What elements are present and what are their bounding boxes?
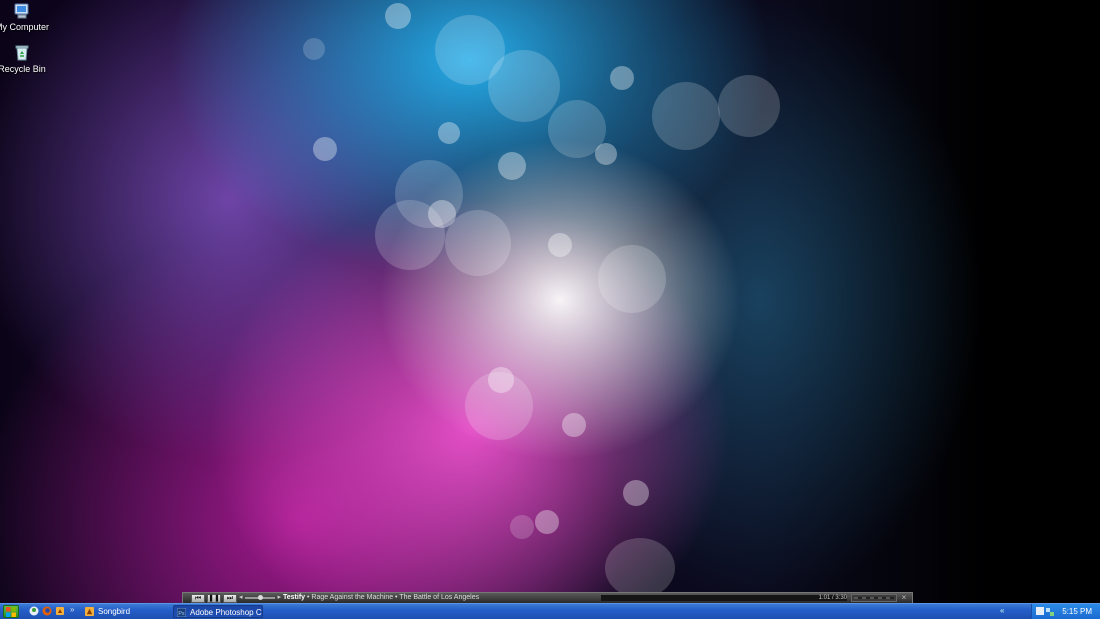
now-playing-text: Testify • Rage Against the Machine • The… <box>283 593 601 603</box>
songbird-icon <box>85 607 94 616</box>
desktop-wallpaper: My Computer Recycle Bin <box>0 0 1100 603</box>
quick-launch-more-button[interactable]: » <box>70 605 74 614</box>
track-title: Testify <box>283 594 306 601</box>
total-time: 3:30 <box>835 595 847 601</box>
desktop-icon-recycle-bin[interactable]: Recycle Bin <box>0 44 46 74</box>
my-computer-icon <box>13 2 31 20</box>
desktop-icon-label: Recycle Bin <box>0 64 46 74</box>
messenger-icon <box>29 606 39 616</box>
taskbar-button-label: Songbird <box>98 607 131 616</box>
svg-text:Ps: Ps <box>178 611 185 617</box>
previous-track-button[interactable]: ⏮ <box>191 593 205 603</box>
track-artist-album: • Rage Against the Machine • The Battle … <box>305 594 480 601</box>
pause-button[interactable]: ❚❚ <box>207 593 221 603</box>
recycle-bin-icon <box>13 44 31 62</box>
volume-down-icon: ◂ <box>239 594 243 601</box>
elapsed-time: 1:01 <box>818 595 831 601</box>
tray-expand-button[interactable]: « <box>1000 606 1004 615</box>
next-track-button[interactable]: ⏭ <box>223 593 237 603</box>
visualizer-display <box>851 594 897 602</box>
system-tray: « 5:15 PM <box>1000 604 1100 619</box>
quick-launch-messenger[interactable] <box>29 606 39 616</box>
volume-knob[interactable] <box>257 595 263 600</box>
quick-launch-firefox[interactable] <box>42 606 52 616</box>
player-close-button[interactable]: × <box>899 593 909 603</box>
taskbar-button-label: Adobe Photoshop C... <box>190 608 263 617</box>
volume-up-icon: ▸ <box>277 594 281 601</box>
pause-icon: ❚❚ <box>208 594 220 602</box>
taskbar-button-songbird[interactable]: Songbird <box>82 605 172 618</box>
network-icon[interactable] <box>1046 607 1054 616</box>
start-button[interactable] <box>3 605 19 618</box>
taskbar: » Songbird Ps Adobe Photoshop C... « 5:1… <box>0 603 1100 619</box>
photoshop-icon: Ps <box>177 608 186 617</box>
previous-icon: ⏮ <box>194 594 202 602</box>
tray-window-icon[interactable] <box>1036 607 1044 615</box>
taskbar-clock[interactable]: 5:15 PM <box>1062 604 1092 619</box>
close-icon: × <box>901 593 907 602</box>
desktop-icon-label: My Computer <box>0 22 49 32</box>
quick-launch-songbird[interactable] <box>55 606 65 616</box>
windows-logo-icon <box>6 606 16 617</box>
firefox-icon <box>42 606 52 616</box>
desktop-icon-my-computer[interactable]: My Computer <box>0 2 49 32</box>
time-readout: 1:01 / 3:30 <box>803 593 847 603</box>
volume-slider[interactable]: ◂ ▸ <box>239 593 281 603</box>
next-icon: ⏭ <box>226 594 234 602</box>
songbird-icon <box>56 607 64 615</box>
taskbar-button-photoshop[interactable]: Ps Adobe Photoshop C... <box>173 605 263 618</box>
